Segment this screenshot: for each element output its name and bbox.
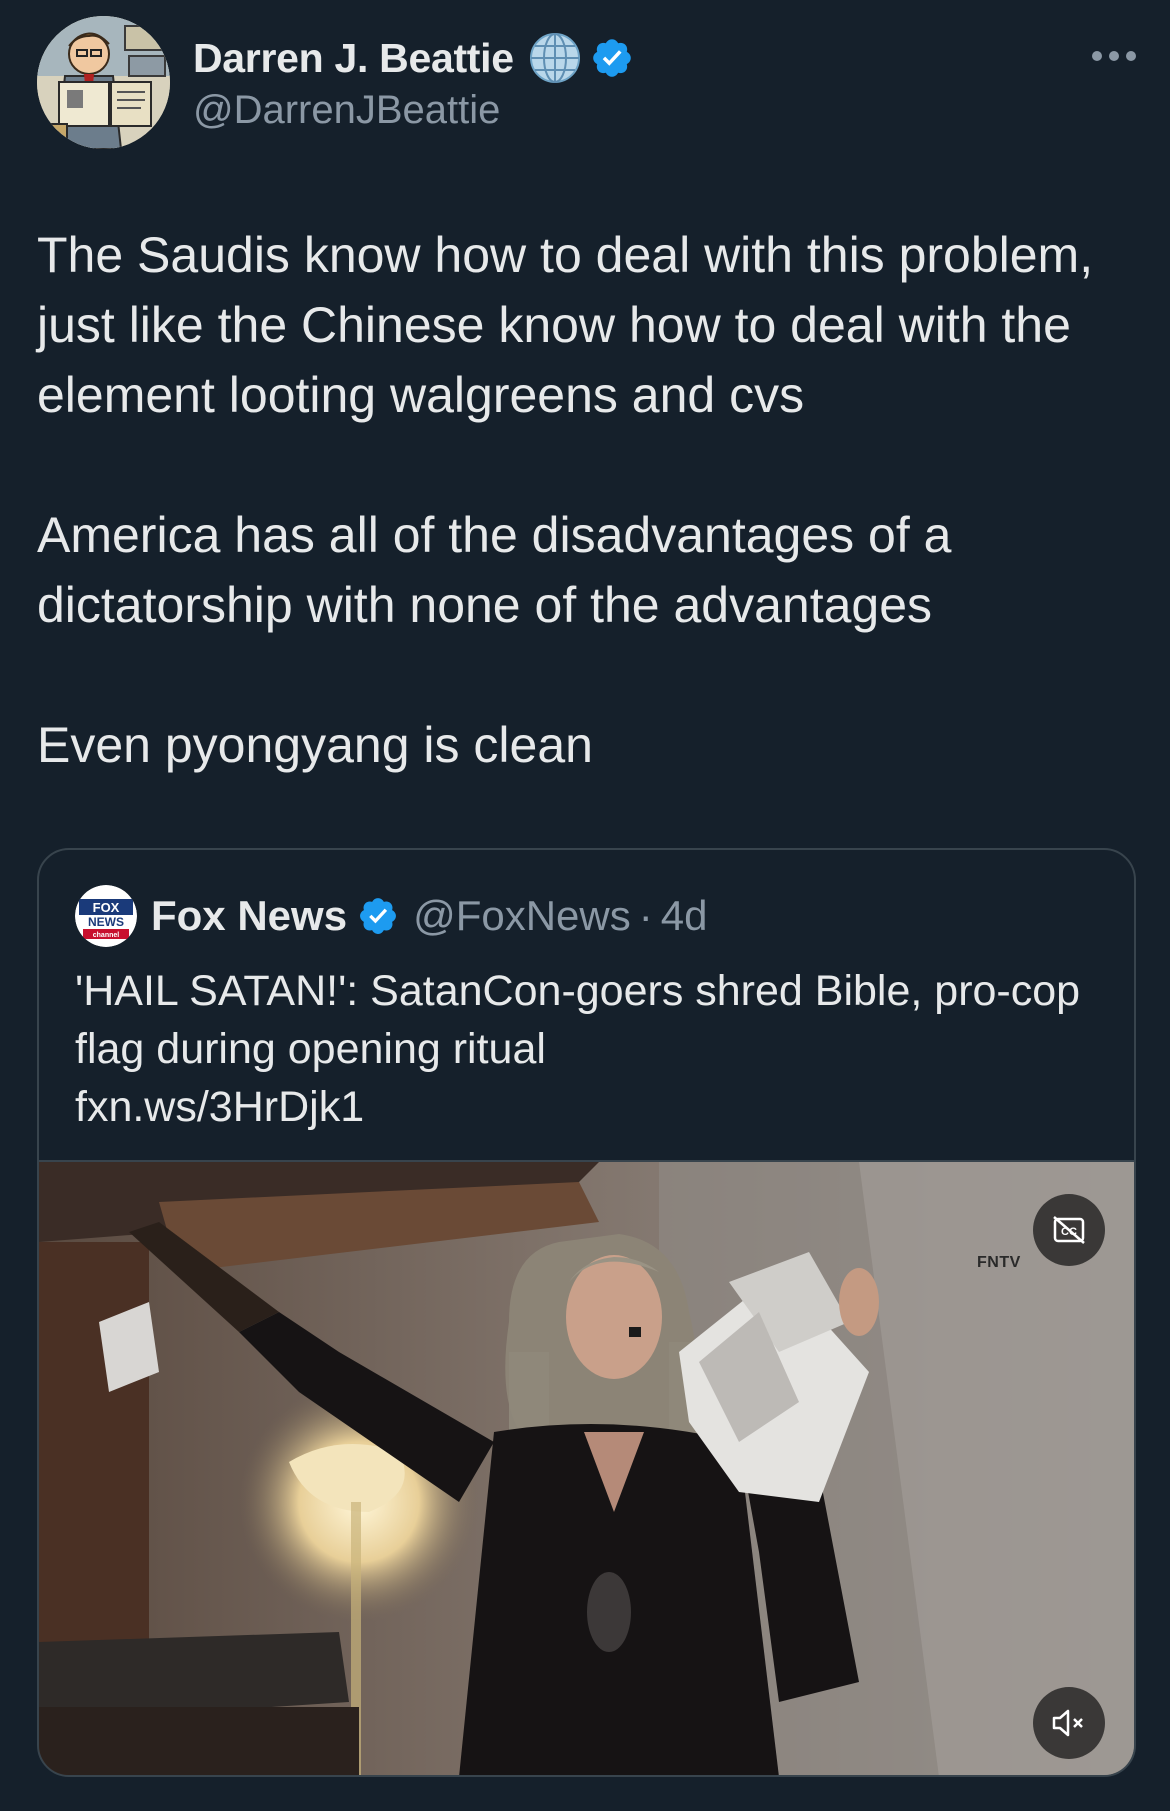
quoted-tweet-link[interactable]: fxn.ws/3HrDjk1	[75, 1078, 364, 1136]
quoted-handle[interactable]: @FoxNews	[413, 892, 631, 940]
muted-speaker-icon	[1052, 1709, 1083, 1737]
more-options-icon[interactable]	[1091, 46, 1137, 66]
video-player[interactable]: FNTV CC	[39, 1160, 1134, 1775]
author-avatar[interactable]	[37, 16, 170, 149]
quoted-timestamp[interactable]: 4d	[661, 892, 708, 940]
svg-text:NEWS: NEWS	[88, 915, 124, 929]
tweet-header: Darren J. Beattie @DarrenJBeattie	[37, 16, 1137, 151]
fox-news-logo-icon[interactable]: FOX NEWS channel	[75, 885, 137, 947]
quoted-tweet-text: 'HAIL SATAN!': SatanCon-goers shred Bibl…	[75, 967, 1093, 1073]
tweet-text: The Saudis know how to deal with this pr…	[37, 227, 1094, 773]
display-name-row: Darren J. Beattie	[193, 30, 634, 86]
svg-text:FOX: FOX	[93, 900, 120, 915]
author-names: Darren J. Beattie @DarrenJBeattie	[193, 30, 634, 133]
svg-text:channel: channel	[93, 932, 120, 939]
separator-dot: ·	[638, 892, 653, 939]
mute-toggle-button[interactable]	[1033, 1687, 1105, 1759]
quoted-tweet-header: FOX NEWS channel Fox News @FoxNews · 4d	[75, 884, 707, 948]
globe-affiliate-badge-icon[interactable]	[528, 31, 582, 85]
video-watermark: FNTV	[977, 1254, 1021, 1271]
quoted-display-name[interactable]: Fox News	[151, 892, 347, 940]
verified-badge-icon[interactable]	[590, 36, 634, 80]
cartoon-avatar-icon	[37, 16, 170, 149]
closed-captions-button[interactable]: CC	[1033, 1194, 1105, 1266]
verified-badge-icon[interactable]	[357, 895, 399, 937]
closed-captions-off-icon: CC	[1053, 1216, 1085, 1244]
author-display-name[interactable]: Darren J. Beattie	[193, 35, 514, 82]
quoted-tweet-card[interactable]: FOX NEWS channel Fox News @FoxNews · 4d …	[37, 848, 1136, 1777]
video-frame	[39, 1162, 1134, 1775]
author-handle[interactable]: @DarrenJBeattie	[193, 88, 634, 133]
